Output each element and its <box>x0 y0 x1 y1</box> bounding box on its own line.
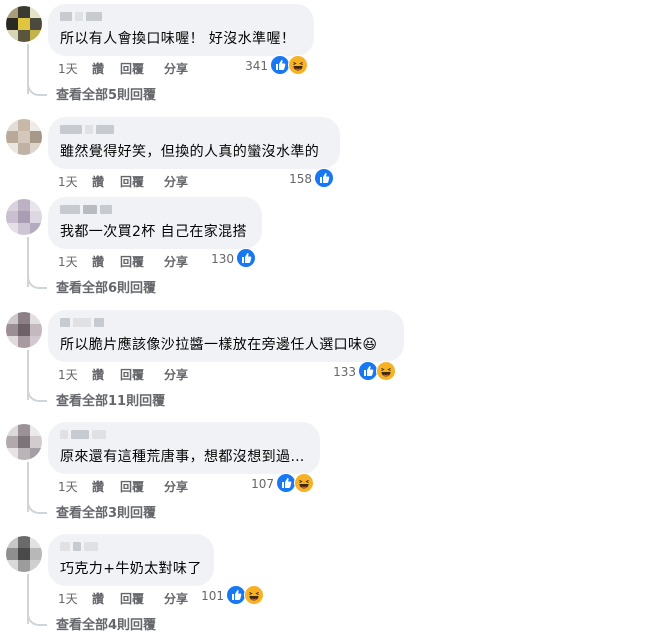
comment-text: 所以有人會換口味喔！ 好沒水準喔！ <box>60 31 296 47</box>
reply-button[interactable]: 回覆 <box>120 590 144 607</box>
comment-bubble: 我都一次買2杯 自己在家混搭 <box>48 197 262 249</box>
comment-bubble: 原來還有這種荒唐事，想都沒想到過… <box>48 422 320 474</box>
avatar[interactable] <box>6 424 42 460</box>
reaction-count: 341 <box>245 59 268 73</box>
haha-icon <box>288 55 308 75</box>
reaction-summary[interactable]: 130 <box>192 248 258 268</box>
like-button[interactable]: 讚 <box>92 366 104 383</box>
reaction-count: 107 <box>251 477 274 491</box>
thread-connector <box>27 608 47 626</box>
view-replies-link[interactable]: 查看全部6則回覆 <box>56 277 156 296</box>
share-button[interactable]: 分享 <box>164 590 188 607</box>
comment: 所以脆片應該像沙拉醬一樣放在旁邊任人選口味😆 1天 讚 回覆 分享 133 查看… <box>0 306 666 418</box>
comment: 原來還有這種荒唐事，想都沒想到過… 1天 讚 回覆 分享 107 查看全部3則回… <box>0 418 666 530</box>
like-button[interactable]: 讚 <box>92 173 104 190</box>
like-icon <box>226 585 246 605</box>
reply-button[interactable]: 回覆 <box>120 253 144 270</box>
comment-text: 巧克力+牛奶太對味了 <box>60 561 202 577</box>
like-button[interactable]: 讚 <box>92 590 104 607</box>
comment-bubble: 所以脆片應該像沙拉醬一樣放在旁邊任人選口味😆 <box>48 310 404 362</box>
thread-connector <box>27 384 47 402</box>
view-replies-link[interactable]: 查看全部5則回覆 <box>56 84 156 103</box>
comment-time[interactable]: 1天 <box>58 173 78 190</box>
view-replies-link[interactable]: 查看全部3則回覆 <box>56 502 156 521</box>
avatar[interactable] <box>6 119 42 155</box>
reaction-count: 133 <box>333 365 356 379</box>
like-button[interactable]: 讚 <box>92 253 104 270</box>
reaction-summary[interactable]: 107 <box>236 473 318 493</box>
comment-time[interactable]: 1天 <box>58 253 78 270</box>
comment-text: 所以脆片應該像沙拉醬一樣放在旁邊任人選口味😆 <box>60 337 378 353</box>
reaction-count: 158 <box>289 172 312 186</box>
like-icon <box>358 361 378 381</box>
haha-icon <box>376 361 396 381</box>
share-button[interactable]: 分享 <box>164 173 188 190</box>
avatar[interactable] <box>6 6 42 42</box>
comment: 所以有人會換口味喔！ 好沒水準喔！ 1天 讚 回覆 分享 341 查看全部5則回… <box>0 0 666 112</box>
haha-icon <box>294 473 314 493</box>
blurred-author-name[interactable] <box>60 318 104 328</box>
reaction-summary[interactable]: 133 <box>318 361 400 381</box>
comment-time[interactable]: 1天 <box>58 478 78 495</box>
reply-button[interactable]: 回覆 <box>120 366 144 383</box>
avatar[interactable] <box>6 199 42 235</box>
share-button[interactable]: 分享 <box>164 60 188 77</box>
like-button[interactable]: 讚 <box>92 478 104 495</box>
comment-bubble: 巧克力+牛奶太對味了 <box>48 534 214 586</box>
reply-button[interactable]: 回覆 <box>120 173 144 190</box>
reaction-count: 130 <box>211 252 234 266</box>
comment-text: 原來還有這種荒唐事，想都沒想到過… <box>60 449 305 465</box>
like-icon <box>236 248 256 268</box>
reaction-summary[interactable]: 158 <box>270 168 336 188</box>
blurred-author-name[interactable] <box>60 542 98 552</box>
like-button[interactable]: 讚 <box>92 60 104 77</box>
reply-button[interactable]: 回覆 <box>120 60 144 77</box>
view-replies-link[interactable]: 查看全部11則回覆 <box>56 390 165 409</box>
blurred-author-name[interactable] <box>60 125 114 135</box>
reaction-count: 101 <box>201 589 224 603</box>
reply-button[interactable]: 回覆 <box>120 478 144 495</box>
thread-connector <box>27 78 47 96</box>
haha-icon <box>244 585 264 605</box>
comment-text: 雖然覺得好笑，但換的人真的蠻沒水準的 <box>60 144 320 160</box>
like-icon <box>314 168 334 188</box>
comment: 巧克力+牛奶太對味了 1天 讚 回覆 分享 101 查看全部4則回覆 <box>0 530 666 642</box>
reaction-summary[interactable]: 341 <box>230 55 312 75</box>
thread-connector <box>27 496 47 514</box>
thread-connector <box>27 271 47 289</box>
share-button[interactable]: 分享 <box>164 478 188 495</box>
blurred-author-name[interactable] <box>60 430 106 440</box>
like-icon <box>276 473 296 493</box>
comment: 我都一次買2杯 自己在家混搭 1天 讚 回覆 分享 130 查看全部6則回覆 <box>0 193 666 305</box>
blurred-author-name[interactable] <box>60 205 112 215</box>
view-replies-link[interactable]: 查看全部4則回覆 <box>56 614 156 633</box>
comment-time[interactable]: 1天 <box>58 590 78 607</box>
comment-bubble: 雖然覺得好笑，但換的人真的蠻沒水準的 <box>48 117 340 169</box>
avatar[interactable] <box>6 312 42 348</box>
share-button[interactable]: 分享 <box>164 253 188 270</box>
share-button[interactable]: 分享 <box>164 366 188 383</box>
comment-text: 我都一次買2杯 自己在家混搭 <box>60 224 247 240</box>
like-icon <box>270 55 290 75</box>
blurred-author-name[interactable] <box>60 12 102 22</box>
comment-time[interactable]: 1天 <box>58 60 78 77</box>
comment-time[interactable]: 1天 <box>58 366 78 383</box>
comment-bubble: 所以有人會換口味喔！ 好沒水準喔！ <box>48 4 314 56</box>
reaction-summary[interactable]: 101 <box>186 585 268 605</box>
avatar[interactable] <box>6 536 42 572</box>
